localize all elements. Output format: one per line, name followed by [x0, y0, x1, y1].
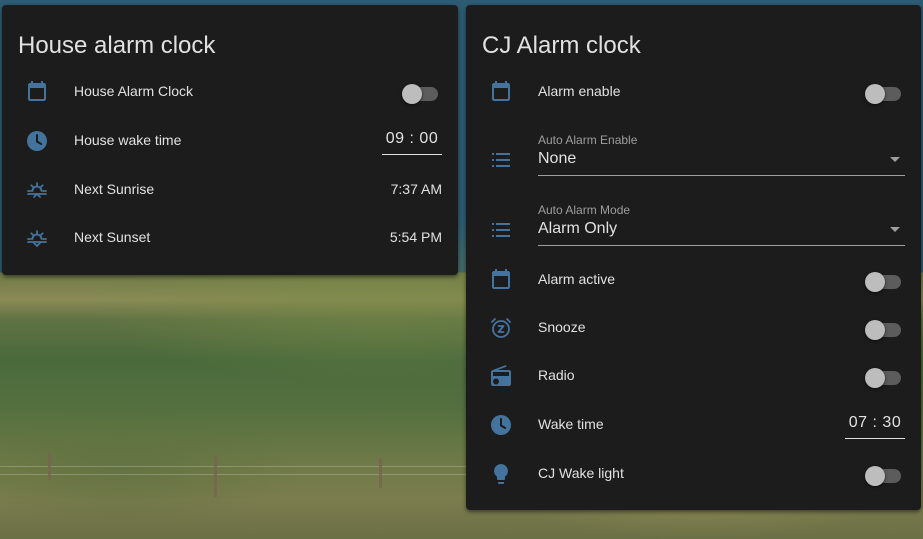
row-cj-wake-light: CJ Wake light	[466, 452, 921, 496]
toggle-thumb	[402, 84, 422, 104]
card-title: House alarm clock	[18, 32, 216, 59]
dropdown-arrow-icon	[890, 157, 900, 162]
house-wake-time-input[interactable]: 09 : 00	[382, 126, 442, 155]
row-label: Alarm enable	[538, 83, 621, 99]
lightbulb-icon	[489, 462, 513, 486]
toggle-thumb	[865, 320, 885, 340]
cj-wake-light-toggle[interactable]	[865, 464, 901, 486]
row-label: Alarm active	[538, 271, 616, 287]
wake-time-input[interactable]: 07 : 30	[845, 410, 905, 439]
row-snooze: Snooze	[466, 306, 921, 350]
row-label: House wake time	[74, 132, 182, 148]
row-wake-time: Wake time 07 : 30	[466, 403, 921, 447]
radio-icon	[489, 364, 513, 388]
auto-alarm-mode-select[interactable]: Auto Alarm Mode Alarm Only	[538, 201, 905, 246]
select-label: Auto Alarm Mode	[538, 203, 631, 217]
sunset-time-value: 5:54 PM	[389, 229, 442, 245]
auto-alarm-enable-select[interactable]: Auto Alarm Enable None	[538, 131, 905, 176]
calendar-icon	[25, 80, 49, 104]
clock-icon	[25, 129, 49, 153]
row-label: CJ Wake light	[538, 465, 624, 481]
row-next-sunrise: Next Sunrise 7:37 AM	[2, 168, 458, 212]
row-label: House Alarm Clock	[74, 83, 194, 99]
calendar-icon	[489, 80, 513, 104]
row-radio: Radio	[466, 354, 921, 398]
row-alarm-enable: Alarm enable	[466, 70, 921, 114]
toggle-thumb	[865, 272, 885, 292]
list-icon	[489, 148, 513, 172]
card-title: CJ Alarm clock	[482, 32, 641, 59]
alarm-enable-toggle[interactable]	[865, 82, 901, 104]
radio-toggle[interactable]	[865, 366, 901, 388]
alarm-active-toggle[interactable]	[865, 270, 901, 292]
fence-post	[379, 458, 382, 488]
clock-icon	[489, 413, 513, 437]
toggle-thumb	[865, 84, 885, 104]
row-label: Snooze	[538, 319, 586, 335]
sunrise-time-value: 7:37 AM	[390, 181, 442, 197]
cj-alarm-card: CJ Alarm clock Alarm enable Auto Alarm E…	[466, 5, 921, 510]
select-value: None	[538, 150, 577, 167]
list-icon	[489, 218, 513, 242]
row-house-alarm-clock: House Alarm Clock	[2, 70, 458, 114]
fence-post	[214, 455, 217, 497]
snooze-alarm-icon	[489, 316, 513, 340]
house-alarm-card: House alarm clock House Alarm Clock Hous…	[2, 5, 458, 275]
toggle-thumb	[865, 368, 885, 388]
select-label: Auto Alarm Enable	[538, 133, 638, 147]
row-label: Next Sunset	[74, 229, 151, 245]
fence-post	[48, 452, 51, 480]
row-auto-alarm-mode: Auto Alarm Mode Alarm Only	[466, 197, 921, 257]
row-label: Wake time	[538, 416, 604, 432]
row-house-wake-time: House wake time 09 : 00	[2, 119, 458, 163]
sunrise-icon	[25, 178, 49, 202]
house-alarm-clock-toggle[interactable]	[402, 82, 438, 104]
toggle-thumb	[865, 466, 885, 486]
fence-wire	[0, 474, 470, 475]
dropdown-arrow-icon	[890, 227, 900, 232]
calendar-icon	[489, 268, 513, 292]
sunset-icon	[25, 226, 49, 250]
row-auto-alarm-enable: Auto Alarm Enable None	[466, 127, 921, 187]
row-label: Next Sunrise	[74, 181, 155, 197]
row-alarm-active: Alarm active	[466, 258, 921, 302]
select-value: Alarm Only	[538, 220, 618, 237]
row-next-sunset: Next Sunset 5:54 PM	[2, 216, 458, 260]
snooze-toggle[interactable]	[865, 318, 901, 340]
row-label: Radio	[538, 367, 575, 383]
fence-wire	[0, 466, 470, 467]
